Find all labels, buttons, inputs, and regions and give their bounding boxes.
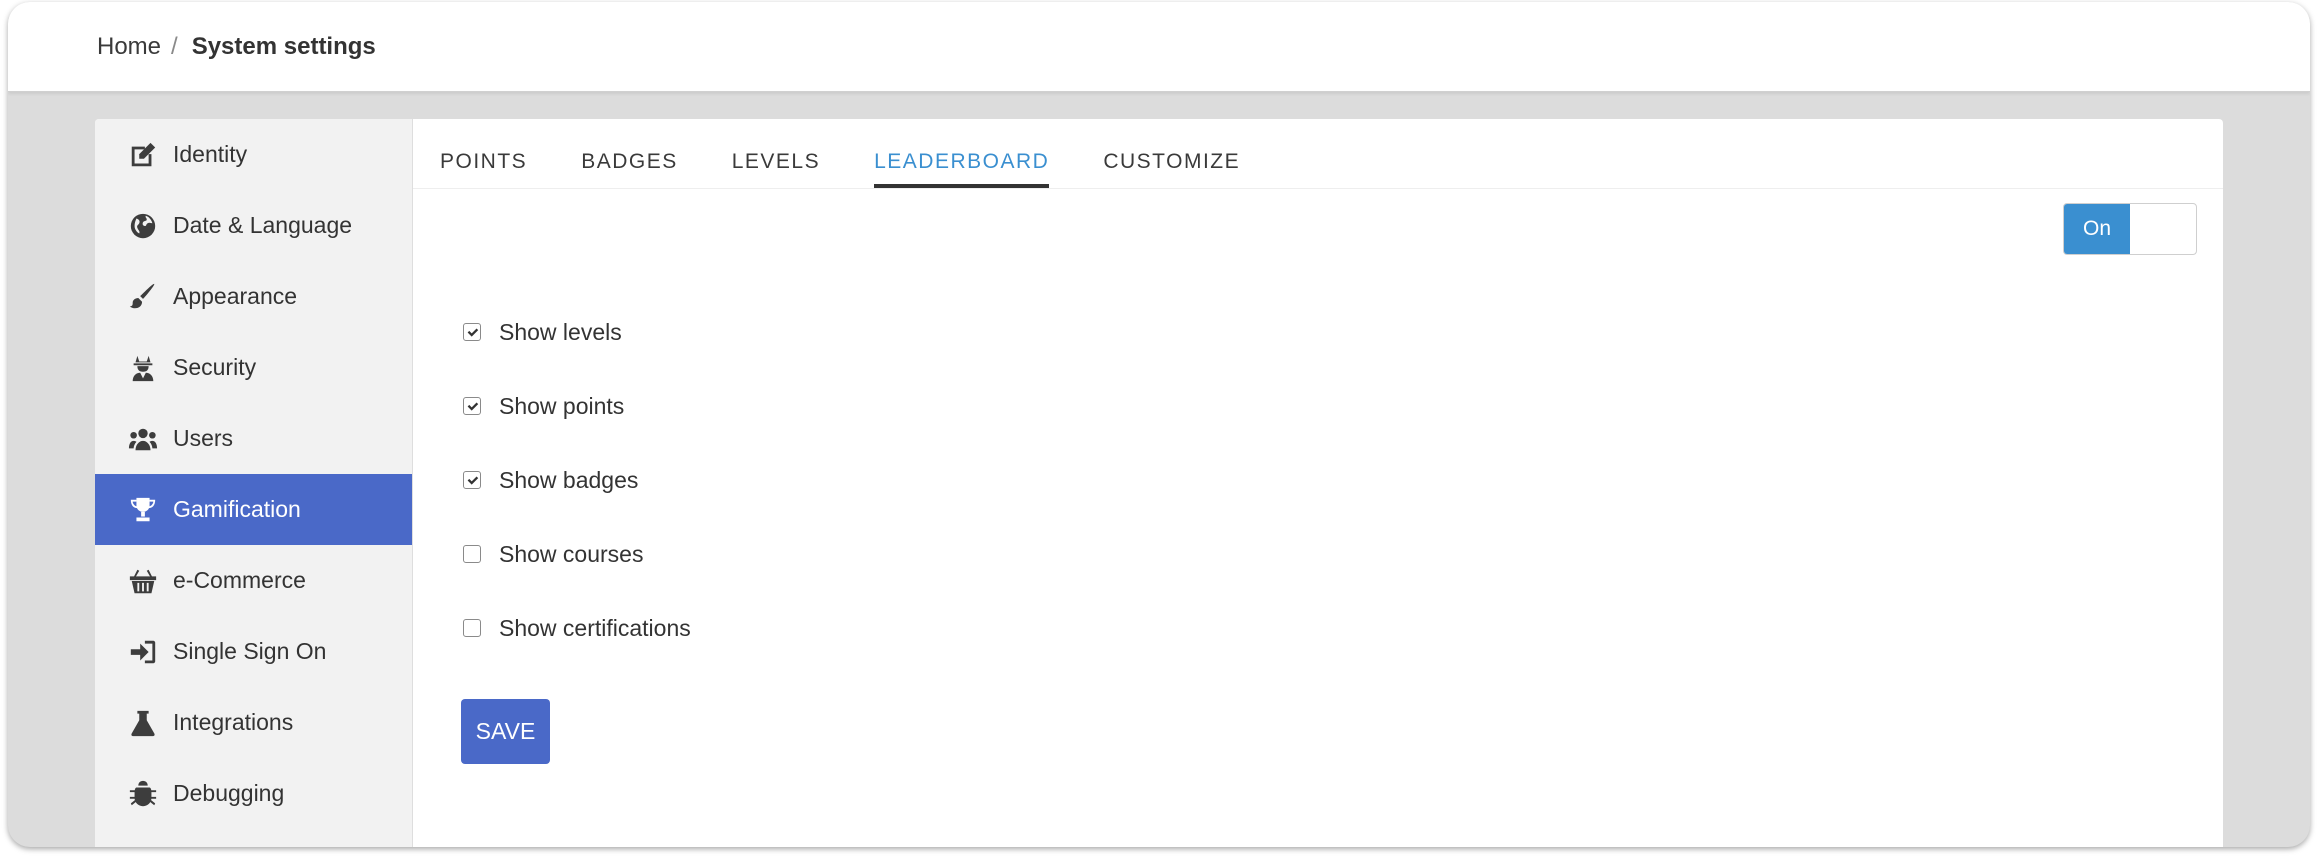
sidebar-item-gamification[interactable]: Gamification — [95, 474, 412, 545]
checkmark-icon — [467, 475, 478, 485]
sidebar-item-label: Security — [173, 354, 257, 380]
option-label: Show badges — [499, 466, 639, 493]
flask-icon — [126, 706, 160, 740]
sign-in-icon — [126, 635, 160, 669]
tab-customize[interactable]: CUSTOMIZE — [1103, 150, 1240, 188]
users-icon — [126, 422, 160, 456]
toggle-off-area — [2130, 204, 2196, 254]
paintbrush-icon — [126, 280, 160, 314]
settings-panel: Identity Date & Language Appearance Secu… — [95, 119, 2223, 847]
sidebar-item-appearance[interactable]: Appearance — [95, 261, 412, 332]
show-levels-checkbox[interactable] — [463, 323, 481, 341]
tab-badges[interactable]: BADGES — [581, 150, 678, 188]
option-label: Show levels — [499, 318, 622, 345]
sidebar-item-label: Identity — [173, 141, 248, 167]
trophy-icon — [126, 493, 160, 527]
save-button[interactable]: SAVE — [461, 699, 550, 764]
option-show-badges: Show badges — [463, 443, 691, 517]
option-label: Show courses — [499, 540, 644, 567]
option-show-certifications: Show certifications — [463, 591, 691, 665]
tab-leaderboard[interactable]: LEADERBOARD — [874, 150, 1050, 188]
basket-icon — [126, 564, 160, 598]
sidebar-item-label: Date & Language — [173, 212, 353, 238]
checkmark-icon — [467, 401, 478, 411]
sidebar-item-users[interactable]: Users — [95, 403, 412, 474]
page-title: System settings — [191, 32, 376, 60]
option-show-courses: Show courses — [463, 517, 691, 591]
app-window: Home / System settings Identity Date & Lan… — [8, 2, 2310, 847]
sidebar-item-debugging[interactable]: Debugging — [95, 758, 412, 829]
sidebar-item-label: Users — [173, 425, 234, 451]
sidebar-item-security[interactable]: Security — [95, 332, 412, 403]
show-courses-checkbox[interactable] — [463, 545, 481, 563]
bug-icon — [126, 777, 160, 811]
option-show-levels: Show levels — [463, 295, 691, 369]
tab-points[interactable]: POINTS — [440, 150, 527, 188]
sidebar-item-label: Debugging — [173, 780, 285, 806]
sidebar-item-ecommerce[interactable]: e-Commerce — [95, 545, 412, 616]
show-badges-checkbox[interactable] — [463, 471, 481, 489]
option-label: Show certifications — [499, 614, 691, 641]
sidebar-item-label: e-Commerce — [173, 567, 306, 593]
show-certifications-checkbox[interactable] — [463, 619, 481, 637]
globe-icon — [126, 209, 160, 243]
sidebar-item-integrations[interactable]: Integrations — [95, 687, 412, 758]
tab-levels[interactable]: LEVELS — [732, 150, 820, 188]
sidebar-item-single-sign-on[interactable]: Single Sign On — [95, 616, 412, 687]
breadcrumb-home-link[interactable]: Home — [97, 33, 161, 60]
main-content: POINTS BADGES LEVELS LEADERBOARD CUSTOMI… — [413, 119, 2223, 847]
sidebar-item-identity[interactable]: Identity — [95, 119, 412, 190]
sidebar: Identity Date & Language Appearance Secu… — [95, 119, 413, 847]
leaderboard-options: Show levels Show points Show badges Show… — [463, 295, 691, 665]
sidebar-item-label: Single Sign On — [173, 638, 327, 664]
checkmark-icon — [467, 327, 478, 337]
sidebar-item-label: Integrations — [173, 709, 294, 735]
sidebar-item-label: Gamification — [173, 496, 301, 522]
header-bar: Home / System settings — [8, 2, 2310, 92]
show-points-checkbox[interactable] — [463, 397, 481, 415]
toggle-on-label: On — [2064, 204, 2130, 254]
tab-bar: POINTS BADGES LEVELS LEADERBOARD CUSTOMI… — [413, 119, 2223, 189]
option-label: Show points — [499, 392, 625, 419]
sidebar-item-label: Appearance — [173, 283, 298, 309]
user-secret-icon — [126, 351, 160, 385]
option-show-points: Show points — [463, 369, 691, 443]
sidebar-item-date-language[interactable]: Date & Language — [95, 190, 412, 261]
edit-icon — [126, 138, 160, 172]
breadcrumb-separator: / — [171, 32, 178, 60]
breadcrumb: Home / System settings — [97, 33, 376, 61]
leaderboard-toggle[interactable]: On — [2063, 203, 2197, 255]
